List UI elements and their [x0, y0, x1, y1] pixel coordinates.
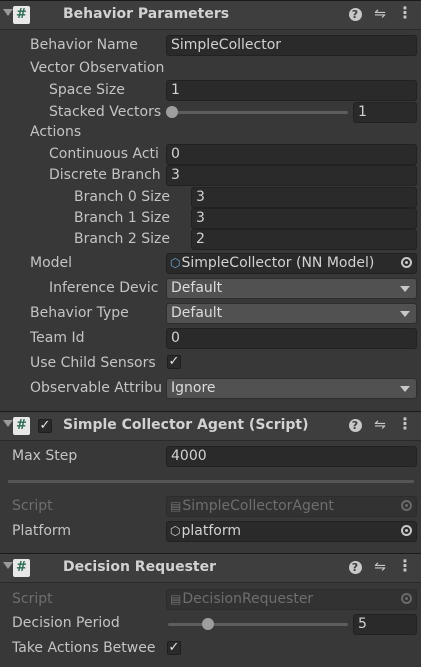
decision-period-slider-thumb[interactable] [202, 618, 214, 630]
stacked-vectors-slider[interactable] [168, 111, 348, 114]
kebab-menu-icon[interactable]: ⋮ [397, 558, 413, 577]
stacked-vectors-slider-thumb[interactable] [166, 106, 178, 118]
script-file-icon: ▤ [170, 499, 182, 513]
section-divider [8, 480, 414, 483]
agent-component-header[interactable]: # ✓ Simple Collector Agent (Script) ? ⇋ … [0, 411, 421, 441]
presets-icon[interactable]: ⇋ [372, 417, 388, 435]
stacked-vectors-label: Stacked Vectors [49, 104, 162, 120]
script-file-icon: ▤ [170, 592, 182, 606]
observable-attributes-label: Observable Attribu [30, 380, 162, 396]
space-size-label: Space Size [49, 82, 125, 98]
component-title: Simple Collector Agent (Script) [63, 417, 309, 433]
nn-model-icon: ⬡ [170, 256, 181, 270]
behavior-name-field[interactable]: SimpleCollector [166, 35, 417, 56]
kebab-menu-icon[interactable]: ⋮ [397, 416, 413, 435]
vector-observation-label[interactable]: Vector Observation [30, 60, 164, 76]
platform-label: Platform [12, 523, 72, 539]
actions-label[interactable]: Actions [30, 124, 81, 140]
script-object-field: ▤DecisionRequester [166, 589, 417, 610]
model-label: Model [30, 255, 73, 271]
help-icon[interactable]: ? [347, 6, 363, 24]
branch-0-size-field[interactable]: 3 [191, 187, 417, 208]
observable-attributes-dropdown[interactable]: Ignore [166, 378, 417, 399]
take-actions-between-checkbox[interactable]: ✓ [167, 641, 181, 655]
presets-icon[interactable]: ⇋ [372, 559, 388, 577]
platform-object-field[interactable]: ⬡platform [166, 521, 417, 542]
behavior-type-dropdown[interactable]: Default [166, 303, 417, 324]
script-value: DecisionRequester [182, 591, 314, 607]
take-actions-between-label: Take Actions Betwee [12, 640, 156, 656]
continuous-actions-field[interactable]: 0 [166, 144, 417, 165]
object-picker-icon [401, 593, 412, 604]
script-label: Script [12, 591, 53, 607]
kebab-menu-icon[interactable]: ⋮ [397, 5, 413, 24]
help-icon[interactable]: ? [347, 559, 363, 577]
behavior-type-label: Behavior Type [30, 305, 129, 321]
component-title: Decision Requester [63, 559, 216, 575]
behavior-type-value: Default [171, 305, 223, 321]
branch-1-size-label: Branch 1 Size [74, 210, 170, 226]
behavior-name-label: Behavior Name [30, 37, 138, 53]
chevron-down-icon [400, 286, 410, 292]
gameobject-cube-icon: ⬡ [170, 524, 181, 538]
model-value: SimpleCollector (NN Model) [181, 255, 375, 271]
model-object-field[interactable]: ⬡SimpleCollector (NN Model) [166, 253, 417, 274]
behavior-parameters-header[interactable]: # Behavior Parameters ? ⇋ ⋮ [0, 0, 421, 30]
decision-requester-header[interactable]: # Decision Requester ? ⇋ ⋮ [0, 553, 421, 583]
foldout-arrow-icon[interactable] [3, 420, 13, 427]
presets-icon[interactable]: ⇋ [372, 6, 388, 24]
platform-value: platform [181, 523, 241, 539]
team-id-label: Team Id [30, 330, 85, 346]
chevron-down-icon [400, 311, 410, 317]
chevron-down-icon [400, 386, 410, 392]
component-enabled-checkbox[interactable]: ✓ [38, 419, 52, 433]
script-hash-icon: # [13, 417, 30, 435]
inference-device-dropdown[interactable]: Default [166, 278, 417, 299]
branch-1-size-field[interactable]: 3 [191, 208, 417, 229]
branch-2-size-field[interactable]: 2 [191, 229, 417, 250]
team-id-field[interactable]: 0 [166, 328, 417, 349]
use-child-sensors-checkbox[interactable]: ✓ [167, 355, 181, 369]
branch-0-size-label: Branch 0 Size [74, 189, 170, 205]
script-label: Script [12, 498, 53, 514]
script-value: SimpleCollectorAgent [182, 498, 334, 514]
object-picker-icon [401, 500, 412, 511]
use-child-sensors-label: Use Child Sensors [30, 355, 156, 371]
max-step-label: Max Step [12, 448, 78, 464]
script-object-field: ▤SimpleCollectorAgent [166, 496, 417, 517]
inference-device-value: Default [171, 280, 223, 296]
component-title: Behavior Parameters [63, 6, 230, 22]
branch-2-size-label: Branch 2 Size [74, 231, 170, 247]
inference-device-label: Inference Devic [49, 280, 159, 296]
foldout-arrow-icon[interactable] [3, 9, 13, 16]
decision-period-field[interactable]: 5 [353, 614, 417, 635]
decision-period-label: Decision Period [12, 615, 120, 631]
object-picker-icon[interactable] [401, 257, 412, 268]
continuous-actions-label: Continuous Acti [49, 146, 159, 162]
help-icon[interactable]: ? [347, 417, 363, 435]
space-size-field[interactable]: 1 [166, 80, 417, 101]
observable-attributes-value: Ignore [171, 380, 216, 396]
max-step-field[interactable]: 4000 [166, 446, 417, 467]
script-hash-icon: # [13, 6, 30, 24]
script-hash-icon: # [13, 559, 30, 577]
discrete-branches-label: Discrete Branch [49, 167, 161, 183]
discrete-branches-field[interactable]: 3 [166, 165, 417, 186]
decision-period-slider[interactable] [168, 623, 348, 626]
stacked-vectors-field[interactable]: 1 [353, 102, 417, 123]
foldout-arrow-icon[interactable] [3, 562, 13, 569]
object-picker-icon[interactable] [401, 525, 412, 536]
